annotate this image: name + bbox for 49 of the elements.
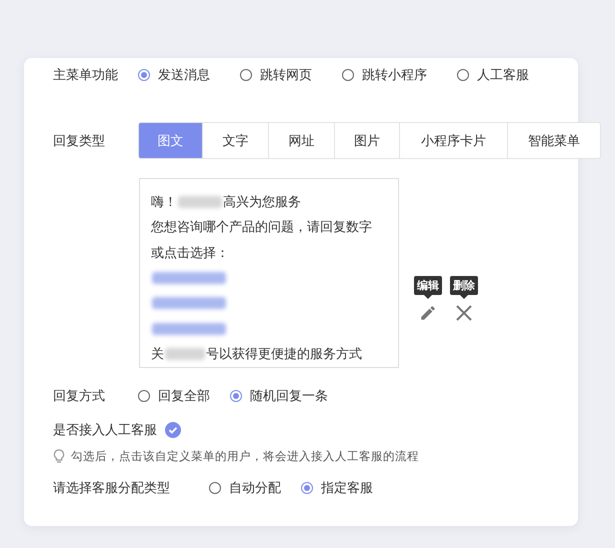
message-text: 关 <box>151 346 164 364</box>
reply-type-tab[interactable]: 智能菜单 <box>507 122 601 159</box>
field-label: 请选择客服分配类型 <box>53 480 171 497</box>
redacted-text <box>178 196 222 208</box>
message-text: 您想咨询哪个产品的问题，请回复数字 <box>151 219 372 236</box>
message-text: 嗨！ <box>151 194 177 211</box>
radio-option[interactable]: 发送消息 <box>138 66 210 84</box>
checkbox[interactable] <box>165 422 181 438</box>
reply-type-tab[interactable]: 小程序卡片 <box>399 122 508 159</box>
edit-button[interactable] <box>419 304 437 322</box>
close-icon <box>455 304 473 322</box>
delete-button[interactable] <box>455 304 473 322</box>
radio-option[interactable]: 随机回复一条 <box>230 387 328 405</box>
radio-button[interactable] <box>230 390 242 402</box>
reply-type-tab[interactable]: 图片 <box>334 122 400 159</box>
radio-option[interactable]: 人工客服 <box>457 66 529 84</box>
message-text: 号以获得更便捷的服务方式 <box>206 346 362 364</box>
radio-option[interactable]: 指定客服 <box>301 479 373 497</box>
message-text: 或点击选择： <box>151 244 229 262</box>
reply-type-tab[interactable]: 文字 <box>202 122 269 159</box>
radio-label: 跳转网页 <box>260 67 312 84</box>
radio-button[interactable] <box>342 69 354 81</box>
radio-label: 随机回复一条 <box>250 388 328 405</box>
radio-label: 人工客服 <box>477 67 529 84</box>
redacted-text <box>165 348 205 360</box>
radio-option[interactable]: 自动分配 <box>209 479 281 497</box>
field-label: 主菜单功能 <box>53 67 119 84</box>
radio-button[interactable] <box>301 482 313 494</box>
field-label: 是否接入人工客服 <box>53 422 157 439</box>
radio-button[interactable] <box>240 69 252 81</box>
pencil-icon <box>419 304 437 322</box>
radio-label: 指定客服 <box>321 480 373 497</box>
radio-button[interactable] <box>138 390 150 402</box>
radio-button[interactable] <box>457 69 469 81</box>
field-label: 回复类型 <box>53 132 106 150</box>
radio-label: 发送消息 <box>158 67 210 84</box>
radio-label: 回复全部 <box>158 388 210 405</box>
radio-option[interactable]: 跳转小程序 <box>342 66 427 84</box>
reply-type-tab[interactable]: 网址 <box>268 122 335 159</box>
radio-label: 跳转小程序 <box>362 67 427 84</box>
message-text: 高兴为您服务 <box>223 194 301 211</box>
field-label: 回复方式 <box>53 388 106 405</box>
radio-label: 自动分配 <box>229 480 281 497</box>
radio-option[interactable]: 回复全部 <box>138 387 210 405</box>
radio-button[interactable] <box>209 482 221 494</box>
radio-option[interactable]: 跳转网页 <box>240 66 312 84</box>
radio-button[interactable] <box>138 69 150 81</box>
lightbulb-icon <box>53 448 65 464</box>
hint-text: 勾选后，点击该自定义菜单的用户，将会进入接入人工客服的流程 <box>71 448 419 464</box>
